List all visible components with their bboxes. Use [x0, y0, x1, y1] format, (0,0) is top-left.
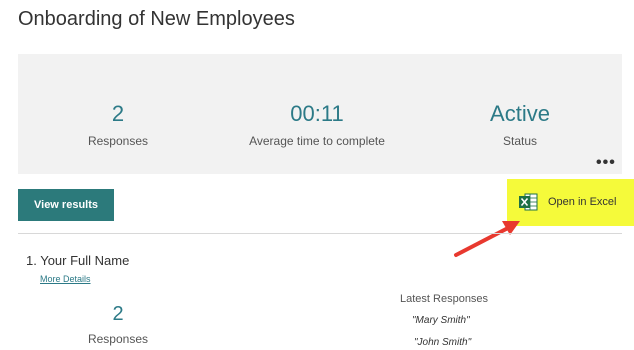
open-in-excel-button[interactable]: Open in Excel [518, 192, 616, 212]
latest-response-item: "Mary Smith" [412, 315, 470, 326]
red-arrow-annotation [454, 221, 520, 257]
open-in-excel-label: Open in Excel [548, 196, 617, 208]
question-title: 1. Your Full Name [26, 253, 130, 268]
avg-time-stat: 00:11 Average time to complete [242, 101, 392, 149]
view-results-button[interactable]: View results [18, 189, 114, 221]
responses-stat: 2 Responses [78, 101, 158, 149]
question-responses-label: Responses [87, 332, 149, 346]
latest-response-item: "John Smith" [414, 337, 472, 348]
page-title: Onboarding of New Employees [18, 8, 295, 30]
more-details-link[interactable]: More Details [40, 274, 91, 284]
question-responses-stat: 2 Responses [78, 304, 158, 346]
question-responses-count: 2 [112, 303, 124, 325]
status-label: Status [502, 134, 538, 148]
more-options-button[interactable]: ••• [596, 154, 616, 172]
avg-time-label: Average time to complete [249, 134, 385, 148]
status-value: Active [490, 101, 550, 126]
divider [18, 233, 622, 234]
responses-count: 2 [111, 101, 125, 126]
avg-time-value: 00:11 [290, 101, 344, 126]
latest-responses-title: Latest Responses [400, 293, 489, 305]
responses-label: Responses [87, 134, 149, 148]
status-stat: Active Status [478, 101, 562, 149]
summary-panel: 2 Responses 00:11 Average time to comple… [18, 54, 622, 174]
forms-summary-page: Onboarding of New Employees 2 Responses … [0, 0, 634, 350]
